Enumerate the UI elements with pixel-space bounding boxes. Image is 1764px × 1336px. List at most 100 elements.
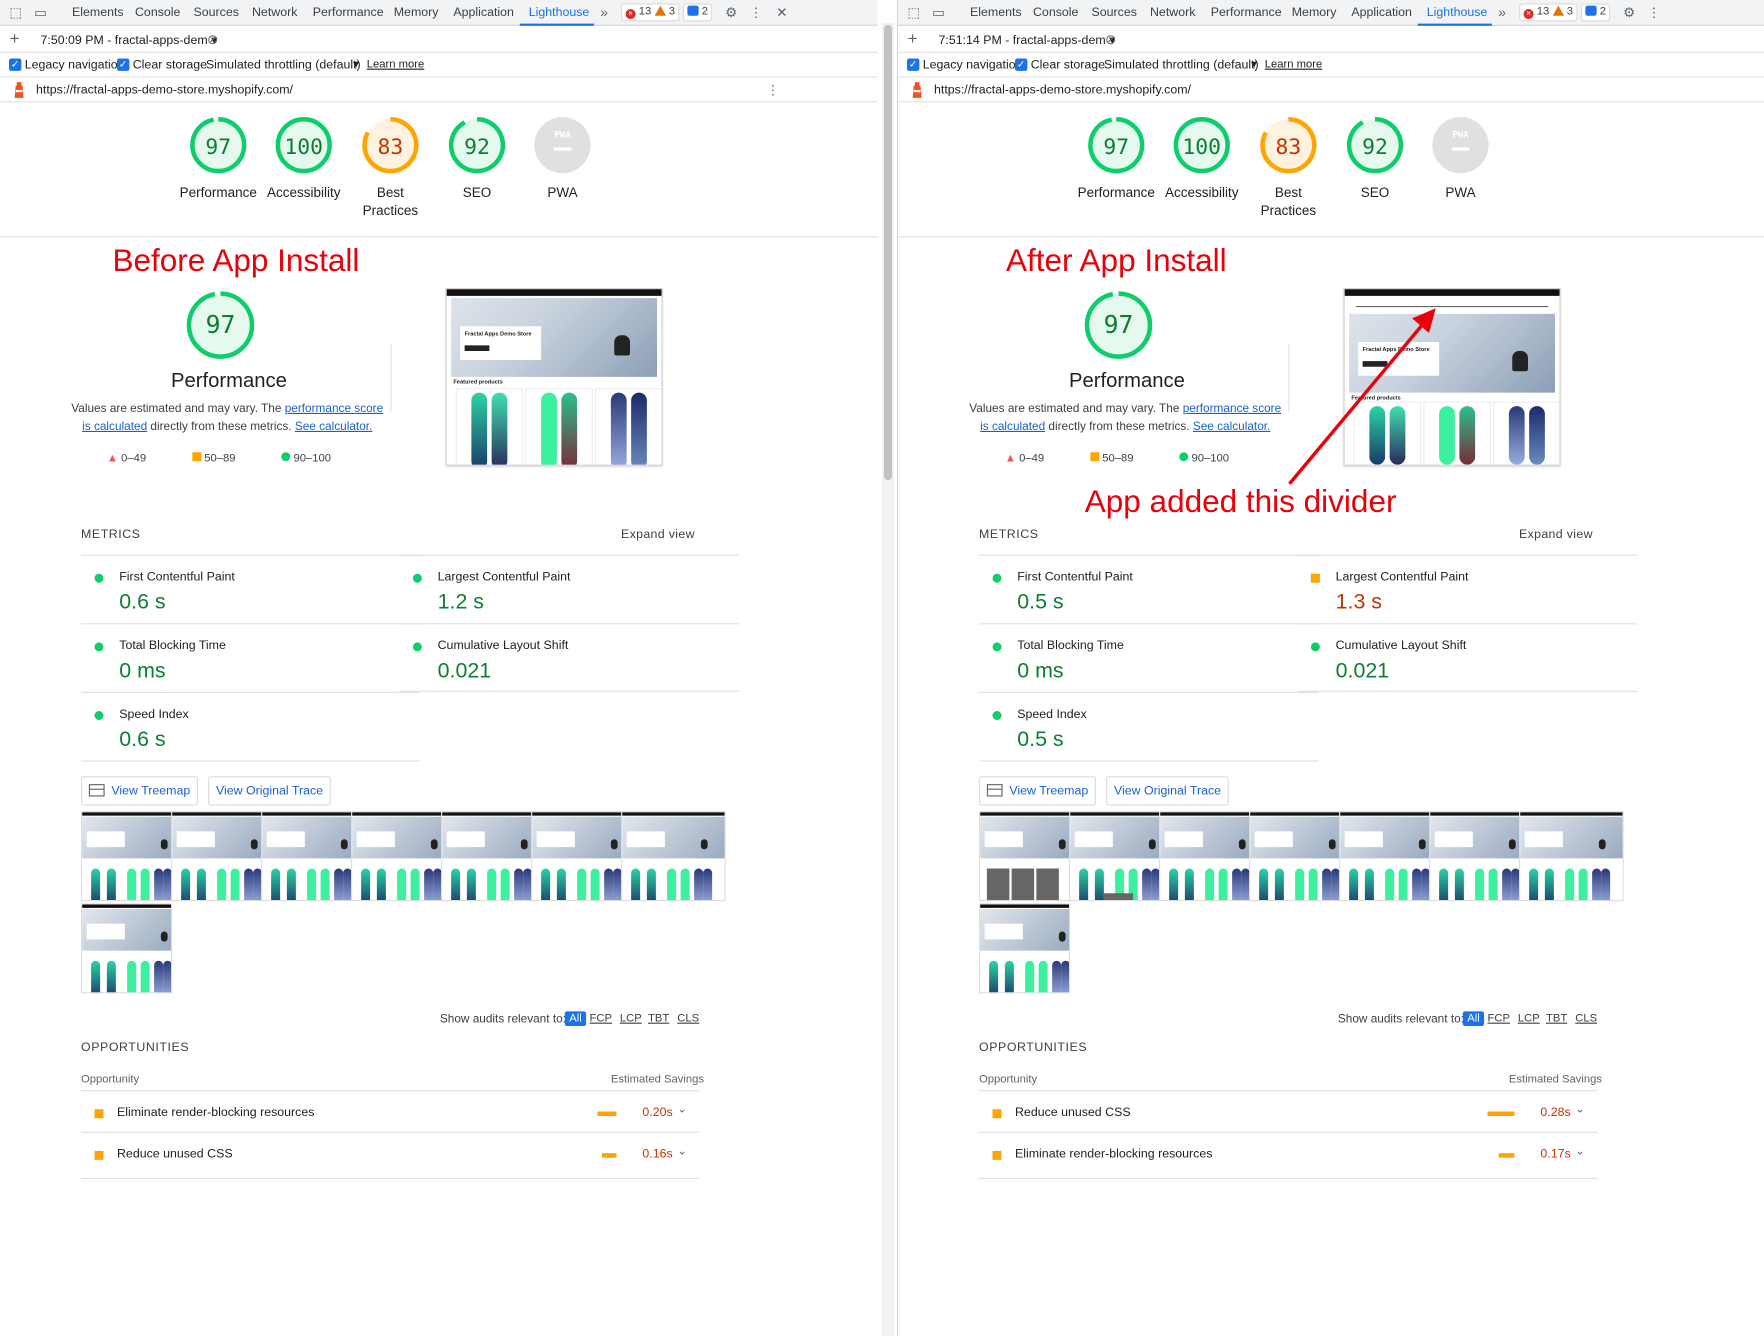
opportunity-row[interactable]: Eliminate render-blocking resources 0.20s… [81, 1090, 700, 1137]
metric-tbt: Total Blocking Time 0 ms [979, 623, 1319, 701]
kebab-menu-icon[interactable]: ⋮ [748, 5, 764, 21]
tab-sources[interactable]: Sources [194, 6, 239, 20]
device-toolbar-icon[interactable]: ▭ [931, 5, 947, 21]
scrollbar-thumb[interactable] [884, 25, 892, 480]
clear-reports-icon[interactable]: ⊘ [1103, 32, 1119, 48]
tab-performance[interactable]: Performance [1211, 6, 1282, 20]
gauge-pwa[interactable]: PWA PWA [520, 116, 606, 202]
metric-speed-index: Speed Index 0.6 s [81, 691, 421, 762]
gauge-accessibility[interactable]: 100 Accessibility [261, 116, 347, 202]
report-url[interactable]: https://fractal-apps-demo-store.myshopif… [934, 83, 1191, 97]
more-tabs-icon[interactable]: » [596, 5, 612, 21]
performance-score-link[interactable]: performance score [285, 402, 383, 416]
clear-reports-icon[interactable]: ⊘ [205, 32, 221, 48]
tab-application[interactable]: Application [453, 6, 514, 20]
gauge-performance[interactable]: 97 Performance [1074, 116, 1160, 202]
close-devtools-icon[interactable]: ✕ [774, 5, 790, 21]
legacy-navigation-checkbox[interactable]: ✓ [9, 58, 22, 71]
opportunity-column-label: Opportunity [81, 1073, 140, 1086]
view-original-trace-button[interactable]: View Original Trace [1106, 776, 1229, 806]
tab-console[interactable]: Console [135, 6, 180, 20]
view-treemap-button[interactable]: View Treemap [979, 776, 1097, 806]
filter-tbt[interactable]: TBT [1546, 1013, 1567, 1025]
tab-memory[interactable]: Memory [1292, 6, 1337, 20]
settings-gear-icon[interactable]: ⚙ [1621, 5, 1637, 21]
learn-more-link[interactable]: Learn more [367, 59, 425, 71]
snowboard-image [1004, 960, 1014, 993]
clear-storage-checkbox[interactable]: ✓ [117, 58, 130, 71]
filter-lcp[interactable]: LCP [620, 1013, 642, 1025]
report-menu-icon[interactable]: ⋮ [765, 82, 781, 98]
opportunity-row[interactable]: Eliminate render-blocking resources 0.17s… [979, 1131, 1598, 1179]
tab-elements[interactable]: Elements [72, 6, 124, 20]
gauge-best-practices[interactable]: 83 Best Practices [348, 116, 434, 220]
issues-badge[interactable]: × 13 3 [1519, 3, 1578, 22]
opportunity-row[interactable]: Reduce unused CSS 0.28s ⌄ [979, 1090, 1598, 1137]
snowboard-image [230, 868, 240, 900]
product-card [1493, 401, 1560, 465]
report-selector[interactable]: 7:51:14 PM - fractal-apps-dem ▾ [939, 33, 1116, 48]
final-screenshot[interactable]: Fractal Apps Demo Store Featured product… [1343, 288, 1561, 466]
gauge-pwa[interactable]: PWA PWA [1418, 116, 1504, 202]
filter-fcp[interactable]: FCP [1488, 1013, 1511, 1025]
opportunity-row[interactable]: Reduce unused CSS 0.16s ⌄ [81, 1131, 700, 1179]
performance-score-link[interactable]: performance score [1183, 402, 1281, 416]
tab-performance[interactable]: Performance [313, 6, 384, 20]
gauge-accessibility[interactable]: 100 Accessibility [1159, 116, 1245, 202]
inspect-element-icon[interactable]: ⬚ [906, 5, 922, 21]
expand-view-toggle[interactable]: Expand view [621, 528, 695, 542]
kebab-menu-icon[interactable]: ⋮ [1646, 5, 1662, 21]
clear-storage-checkbox[interactable]: ✓ [1015, 58, 1028, 71]
see-calculator-link[interactable]: See calculator. [295, 420, 373, 434]
filter-cls[interactable]: CLS [677, 1013, 699, 1025]
new-report-plus-icon[interactable]: + [7, 30, 23, 47]
tab-application[interactable]: Application [1351, 6, 1412, 20]
more-tabs-icon[interactable]: » [1494, 5, 1510, 21]
messages-badge[interactable]: 2 [682, 3, 713, 22]
filter-cls[interactable]: CLS [1575, 1013, 1597, 1025]
throttling-dropdown-icon[interactable]: ▼ [351, 59, 361, 70]
tab-sources[interactable]: Sources [1092, 6, 1137, 20]
tab-network[interactable]: Network [1150, 6, 1195, 20]
view-treemap-button[interactable]: View Treemap [81, 776, 199, 806]
gauge-seo[interactable]: 92 SEO [1332, 116, 1418, 202]
messages-badge[interactable]: 2 [1580, 3, 1611, 22]
tab-lighthouse[interactable]: Lighthouse [529, 6, 590, 20]
is-calculated-link[interactable]: is calculated [82, 420, 147, 434]
gauge-seo[interactable]: 92 SEO [434, 116, 520, 202]
expand-view-toggle[interactable]: Expand view [1519, 528, 1593, 542]
tab-network[interactable]: Network [252, 6, 297, 20]
report-selector[interactable]: 7:50:09 PM - fractal-apps-dem ▾ [41, 33, 218, 48]
settings-gear-icon[interactable]: ⚙ [723, 5, 739, 21]
gauge-best-practices[interactable]: 83 Best Practices [1246, 116, 1332, 220]
filter-tbt[interactable]: TBT [648, 1013, 669, 1025]
device-toolbar-icon[interactable]: ▭ [33, 5, 49, 21]
learn-more-link[interactable]: Learn more [1265, 59, 1323, 71]
inspect-element-icon[interactable]: ⬚ [8, 5, 24, 21]
snowboard-image [1142, 868, 1152, 900]
see-calculator-link[interactable]: See calculator. [1193, 420, 1271, 434]
final-screenshot[interactable]: Fractal Apps Demo Store Featured product… [445, 288, 663, 466]
tab-lighthouse[interactable]: Lighthouse [1427, 6, 1488, 20]
performance-big-gauge: 97 [1083, 289, 1169, 367]
vertical-scrollbar[interactable] [882, 23, 894, 1336]
filter-all[interactable]: All [1462, 1011, 1485, 1026]
view-original-trace-button[interactable]: View Original Trace [208, 776, 331, 806]
snowboard-image [217, 868, 227, 900]
devtools-tabbar: ⬚ ▭ Elements Console Sources Network Per… [898, 0, 1764, 26]
new-report-plus-icon[interactable]: + [905, 30, 921, 47]
filter-all[interactable]: All [564, 1011, 587, 1026]
tab-memory[interactable]: Memory [394, 6, 439, 20]
tab-console[interactable]: Console [1033, 6, 1078, 20]
throttling-dropdown-icon[interactable]: ▼ [1249, 59, 1259, 70]
gauge-performance[interactable]: 97 Performance [176, 116, 262, 202]
legacy-navigation-checkbox[interactable]: ✓ [907, 58, 920, 71]
issues-badge[interactable]: × 13 3 [621, 3, 680, 22]
filter-fcp[interactable]: FCP [590, 1013, 613, 1025]
report-url[interactable]: https://fractal-apps-demo-store.myshopif… [36, 83, 293, 97]
message-icon [1585, 5, 1597, 16]
filter-lcp[interactable]: LCP [1518, 1013, 1540, 1025]
snowboard-image [181, 868, 191, 900]
tab-elements[interactable]: Elements [970, 6, 1022, 20]
is-calculated-link[interactable]: is calculated [980, 420, 1045, 434]
